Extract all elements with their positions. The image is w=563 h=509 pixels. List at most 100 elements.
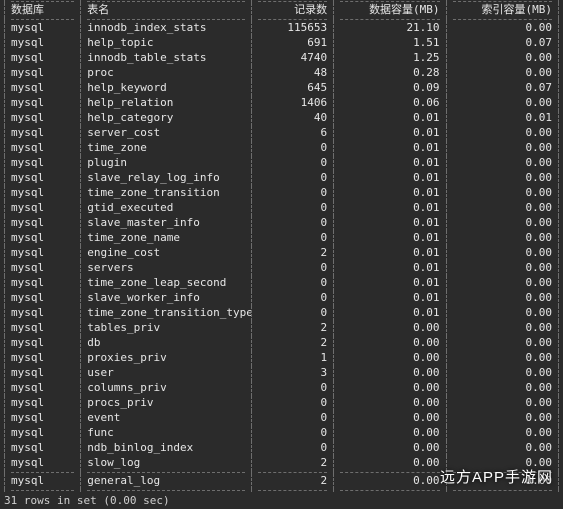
table-row: mysqlengine_cost20.010.00 bbox=[5, 246, 559, 261]
table-row: mysqltime_zone_leap_second00.010.00 bbox=[5, 276, 559, 291]
cell-records: 0 bbox=[251, 276, 333, 291]
cell-db: mysql bbox=[5, 426, 81, 441]
cell-table: db bbox=[81, 336, 252, 351]
cell-index-mb: 0.00 bbox=[446, 426, 558, 441]
cell-table: general_log bbox=[81, 474, 252, 489]
watermark: 远方APP手游网 bbox=[440, 468, 553, 488]
cell-index-mb: 0.00 bbox=[446, 216, 558, 231]
cell-db: mysql bbox=[5, 156, 81, 171]
cell-table: help_topic bbox=[81, 36, 252, 51]
cell-data-mb: 0.00 bbox=[334, 441, 446, 456]
cell-records: 2 bbox=[251, 456, 333, 471]
cell-records: 2 bbox=[251, 336, 333, 351]
cell-db: mysql bbox=[5, 246, 81, 261]
cell-data-mb: 0.01 bbox=[334, 246, 446, 261]
cell-db: mysql bbox=[5, 336, 81, 351]
table-row: mysqlhelp_keyword6450.090.07 bbox=[5, 81, 559, 96]
cell-records: 0 bbox=[251, 411, 333, 426]
cell-records: 2 bbox=[251, 321, 333, 336]
cell-records: 0 bbox=[251, 156, 333, 171]
cell-db: mysql bbox=[5, 381, 81, 396]
cell-data-mb: 0.00 bbox=[334, 351, 446, 366]
cell-db: mysql bbox=[5, 441, 81, 456]
table-row: mysqlinnodb_index_stats11565321.100.00 bbox=[5, 21, 559, 36]
col-db: 数据库 bbox=[5, 3, 81, 18]
cell-index-mb: 0.00 bbox=[446, 411, 558, 426]
cell-records: 48 bbox=[251, 66, 333, 81]
table-row: mysqlservers00.010.00 bbox=[5, 261, 559, 276]
cell-db: mysql bbox=[5, 351, 81, 366]
cell-table: slave_relay_log_info bbox=[81, 171, 252, 186]
cell-index-mb: 0.00 bbox=[446, 201, 558, 216]
table-row: mysqlhelp_relation14060.060.00 bbox=[5, 96, 559, 111]
cell-records: 115653 bbox=[251, 21, 333, 36]
cell-data-mb: 0.00 bbox=[334, 321, 446, 336]
cell-table: slow_log bbox=[81, 456, 252, 471]
cell-records: 0 bbox=[251, 201, 333, 216]
cell-db: mysql bbox=[5, 81, 81, 96]
cell-data-mb: 0.00 bbox=[334, 396, 446, 411]
cell-table: proc bbox=[81, 66, 252, 81]
cell-table: help_category bbox=[81, 111, 252, 126]
cell-records: 0 bbox=[251, 426, 333, 441]
cell-db: mysql bbox=[5, 231, 81, 246]
cell-records: 40 bbox=[251, 111, 333, 126]
table-row: mysqlfunc00.000.00 bbox=[5, 426, 559, 441]
table-row: mysqltables_priv20.000.00 bbox=[5, 321, 559, 336]
cell-db: mysql bbox=[5, 291, 81, 306]
cell-db: mysql bbox=[5, 474, 81, 489]
cell-data-mb: 0.28 bbox=[334, 66, 446, 81]
cell-index-mb: 0.00 bbox=[446, 276, 558, 291]
cell-records: 0 bbox=[251, 441, 333, 456]
cell-table: gtid_executed bbox=[81, 201, 252, 216]
cell-db: mysql bbox=[5, 96, 81, 111]
table-row: mysqlserver_cost60.010.00 bbox=[5, 126, 559, 141]
cell-db: mysql bbox=[5, 216, 81, 231]
table-row: mysqltime_zone_transition_type00.010.00 bbox=[5, 306, 559, 321]
cell-table: innodb_table_stats bbox=[81, 51, 252, 66]
cell-index-mb: 0.00 bbox=[446, 171, 558, 186]
table-row: mysqltime_zone_transition00.010.00 bbox=[5, 186, 559, 201]
table-row: mysqluser30.000.00 bbox=[5, 366, 559, 381]
cell-data-mb: 0.01 bbox=[334, 126, 446, 141]
cell-data-mb: 0.00 bbox=[334, 426, 446, 441]
cell-records: 0 bbox=[251, 306, 333, 321]
cell-table: columns_priv bbox=[81, 381, 252, 396]
cell-index-mb: 0.00 bbox=[446, 246, 558, 261]
cell-db: mysql bbox=[5, 261, 81, 276]
cell-data-mb: 0.00 bbox=[334, 474, 446, 489]
cell-data-mb: 0.01 bbox=[334, 141, 446, 156]
mysql-table: 数据库 表名 记录数 数据容量(MB) 索引容量(MB) mysqlinnodb… bbox=[4, 0, 559, 492]
cell-records: 0 bbox=[251, 186, 333, 201]
cell-table: slave_worker_info bbox=[81, 291, 252, 306]
cell-table: procs_priv bbox=[81, 396, 252, 411]
cell-records: 1 bbox=[251, 351, 333, 366]
cell-index-mb: 0.07 bbox=[446, 81, 558, 96]
cell-table: time_zone_name bbox=[81, 231, 252, 246]
cell-db: mysql bbox=[5, 276, 81, 291]
cell-records: 1406 bbox=[251, 96, 333, 111]
cell-records: 2 bbox=[251, 474, 333, 489]
cell-index-mb: 0.00 bbox=[446, 351, 558, 366]
cell-data-mb: 0.01 bbox=[334, 216, 446, 231]
table-row: mysqlprocs_priv00.000.00 bbox=[5, 396, 559, 411]
col-data-mb: 数据容量(MB) bbox=[334, 3, 446, 18]
table-header-row: 数据库 表名 记录数 数据容量(MB) 索引容量(MB) bbox=[5, 3, 559, 18]
cell-index-mb: 0.00 bbox=[446, 96, 558, 111]
cell-table: slave_master_info bbox=[81, 216, 252, 231]
cell-index-mb: 0.00 bbox=[446, 306, 558, 321]
cell-table: innodb_index_stats bbox=[81, 21, 252, 36]
col-table: 表名 bbox=[81, 3, 252, 18]
cell-data-mb: 0.06 bbox=[334, 96, 446, 111]
cell-index-mb: 0.00 bbox=[446, 381, 558, 396]
cell-index-mb: 0.00 bbox=[446, 66, 558, 81]
cell-data-mb: 0.00 bbox=[334, 366, 446, 381]
cell-index-mb: 0.00 bbox=[446, 141, 558, 156]
cell-table: proxies_priv bbox=[81, 351, 252, 366]
cell-data-mb: 1.51 bbox=[334, 36, 446, 51]
cell-records: 6 bbox=[251, 126, 333, 141]
cell-table: help_keyword bbox=[81, 81, 252, 96]
cell-data-mb: 21.10 bbox=[334, 21, 446, 36]
cell-table: ndb_binlog_index bbox=[81, 441, 252, 456]
cell-data-mb: 0.01 bbox=[334, 306, 446, 321]
